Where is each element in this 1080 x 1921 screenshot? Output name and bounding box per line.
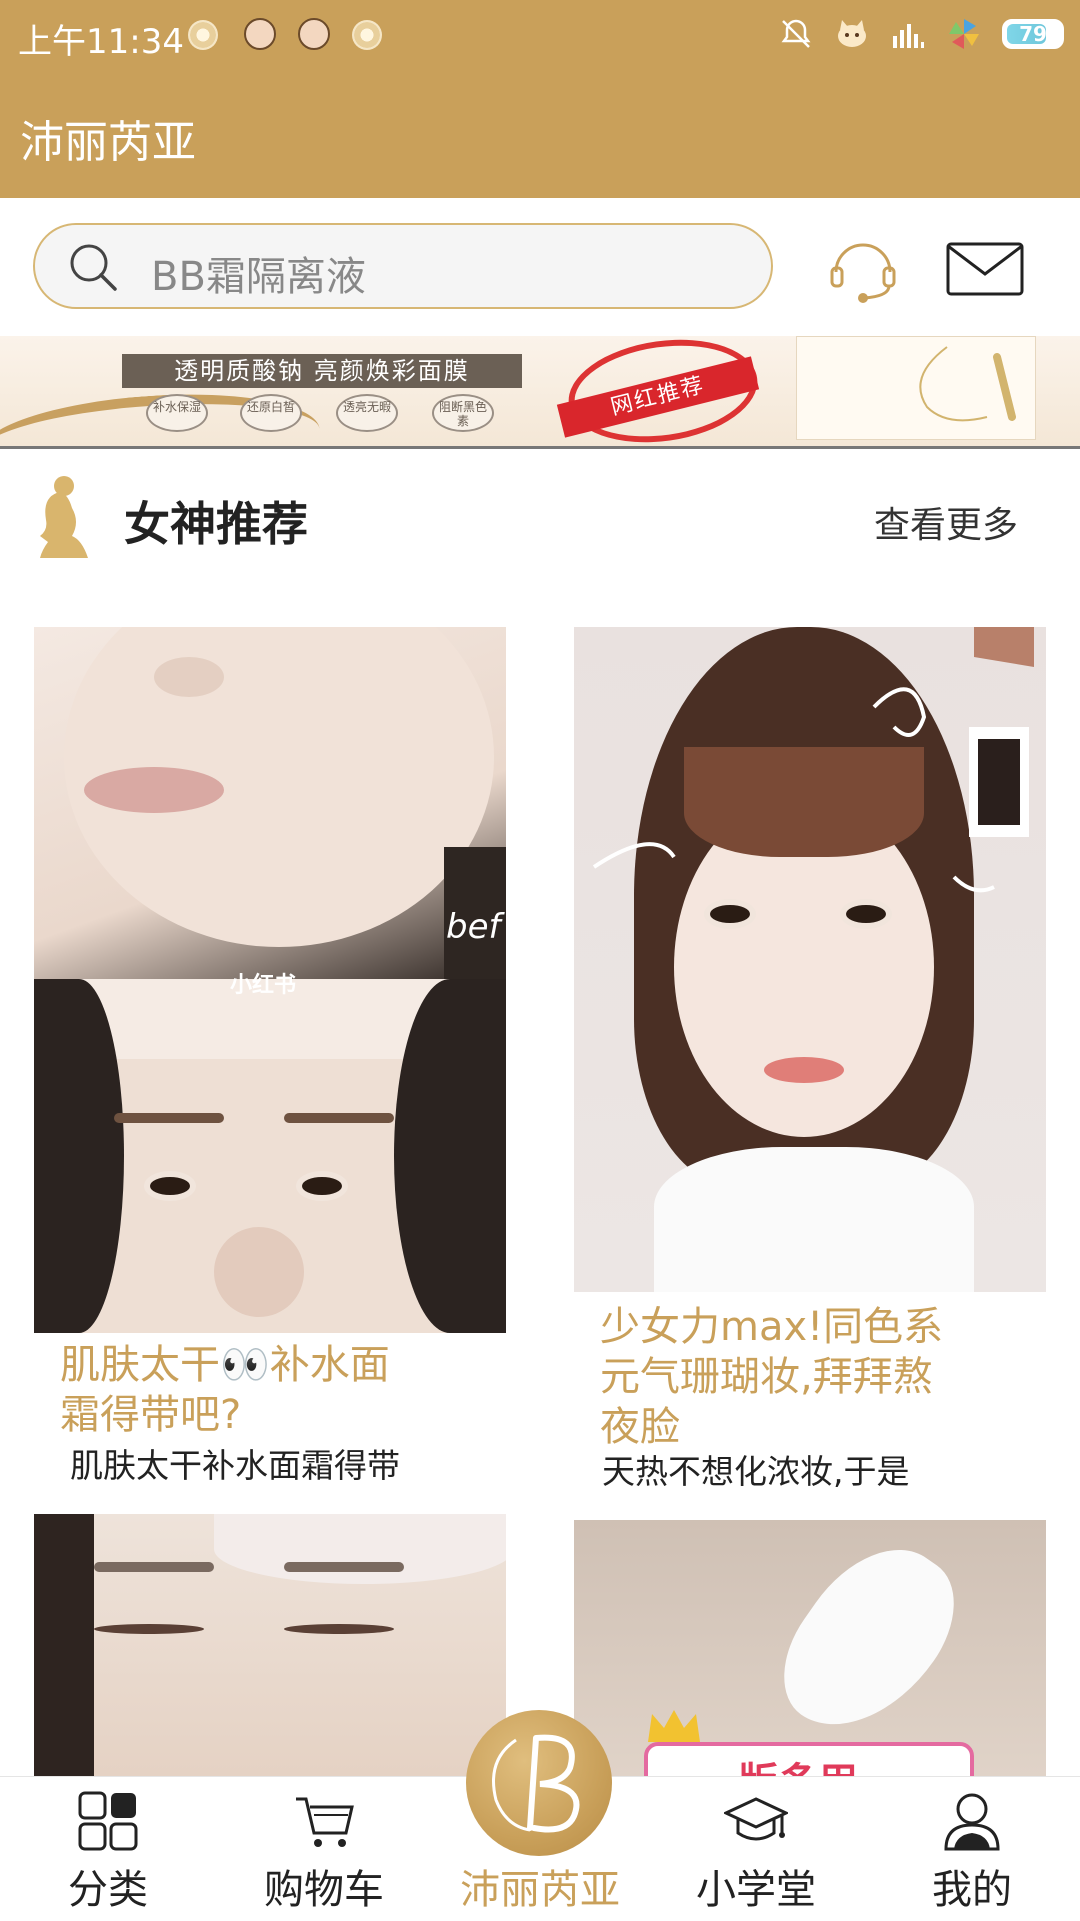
avatar-notification-icon	[244, 18, 276, 50]
search-input[interactable]: BB霜隔离液	[33, 223, 773, 309]
nav-label: 沛丽芮亚	[460, 1867, 620, 1913]
nose-shape	[154, 657, 224, 697]
headband-shape	[214, 1514, 506, 1584]
card-title[interactable]: 肌肤太干👀补水面 霜得带吧?	[60, 1340, 390, 1440]
pinwheel-icon	[949, 19, 979, 49]
search-placeholder: BB霜隔离液	[151, 254, 366, 300]
card-image[interactable]: bef 小红书	[34, 627, 506, 1333]
battery-indicator: 79	[1002, 19, 1064, 49]
card-image[interactable]: 版多用	[574, 1520, 1046, 1776]
banner-badge: 补水保湿	[146, 394, 208, 432]
status-icons: 79	[778, 16, 1064, 52]
promo-banner[interactable]: 透明质酸钠 亮颜焕彩面膜 补水保湿 还原白皙 透亮无暇 阻断黑色素 网红推荐	[0, 336, 1080, 449]
battery-level: 79	[1019, 22, 1047, 46]
hair-shape	[394, 979, 506, 1333]
brand-logo-icon[interactable]	[466, 1710, 612, 1856]
eyebrow-shape	[284, 1113, 394, 1123]
banner-badge: 还原白皙	[240, 394, 302, 432]
customer-service-icon[interactable]	[826, 234, 900, 304]
card-image[interactable]	[34, 1514, 506, 1776]
eyebrow-shape	[114, 1113, 224, 1123]
eye-shape	[144, 1171, 196, 1201]
grid-icon	[78, 1791, 138, 1851]
hair-shape	[34, 1514, 94, 1776]
doodle-decoration	[592, 627, 1034, 893]
card-title-line: 元气珊瑚妆,拜拜熬	[600, 1354, 933, 1400]
nav-item-cart[interactable]: 购物车	[234, 1777, 414, 1921]
card-title-line: 肌肤太干👀补水面	[60, 1342, 390, 1388]
cart-icon	[296, 1797, 354, 1847]
nav-item-school[interactable]: 小学堂	[666, 1777, 846, 1921]
avatar-notification-icon	[298, 18, 330, 50]
user-icon	[944, 1793, 1000, 1851]
app-header: 上午11:34 79 沛丽芮亚	[0, 0, 1080, 198]
sticker-text: 版多用	[738, 1750, 858, 1776]
banner-badge: 阻断黑色素	[432, 394, 494, 432]
nav-label: 小学堂	[696, 1867, 816, 1913]
eyebrow-shape	[284, 1562, 404, 1572]
cat-icon	[838, 20, 866, 47]
status-time: 上午11:34	[18, 22, 184, 62]
eye-shape	[296, 1171, 348, 1201]
eyebrow-shape	[94, 1562, 214, 1572]
closed-eye-shape	[94, 1624, 204, 1634]
nav-label: 购物车	[264, 1867, 384, 1913]
graduation-cap-icon	[724, 1797, 788, 1841]
card-subtitle: 天热不想化浓妆,于是	[602, 1452, 910, 1491]
card-title[interactable]: 少女力max!同色系 元气珊瑚妆,拜拜熬 夜脸	[600, 1302, 943, 1452]
notification-icon	[188, 20, 218, 50]
image-watermark: 小红书	[230, 973, 297, 998]
goddess-silhouette-icon	[40, 476, 88, 558]
hair-shape	[34, 979, 124, 1333]
image-side-text: bef	[446, 907, 501, 947]
nav-label: 分类	[68, 1867, 148, 1913]
card-title-line: 少女力max!同色系	[600, 1304, 944, 1350]
mail-icon[interactable]	[946, 242, 1024, 296]
nav-item-category[interactable]: 分类	[18, 1777, 198, 1921]
section-title: 女神推荐	[124, 497, 308, 551]
nose-shape	[214, 1227, 304, 1317]
banner-badge: 透亮无暇	[336, 394, 398, 432]
mute-icon	[781, 19, 811, 48]
card-subtitle: 肌肤太干补水面霜得带	[70, 1446, 400, 1485]
sticker-label: 版多用	[644, 1742, 974, 1776]
signal-icon	[893, 24, 924, 48]
closed-eye-shape	[284, 1624, 394, 1634]
banner-headline: 透明质酸钠 亮颜焕彩面膜	[122, 354, 522, 388]
card-title-line: 霜得带吧?	[60, 1392, 242, 1438]
nav-item-mine[interactable]: 我的	[882, 1777, 1062, 1921]
lips-shape	[84, 767, 224, 813]
view-more-link[interactable]: 查看更多	[874, 496, 1018, 548]
banner-product-image	[796, 336, 1036, 440]
nav-label: 我的	[932, 1867, 1012, 1913]
search-icon	[70, 244, 117, 291]
search-row: BB霜隔离液	[0, 198, 1080, 336]
card-image[interactable]	[574, 627, 1046, 1292]
crown-icon	[648, 1710, 700, 1742]
page-title: 沛丽芮亚	[20, 117, 196, 168]
notification-icon	[352, 20, 382, 50]
card-title-line: 夜脸	[600, 1404, 680, 1450]
